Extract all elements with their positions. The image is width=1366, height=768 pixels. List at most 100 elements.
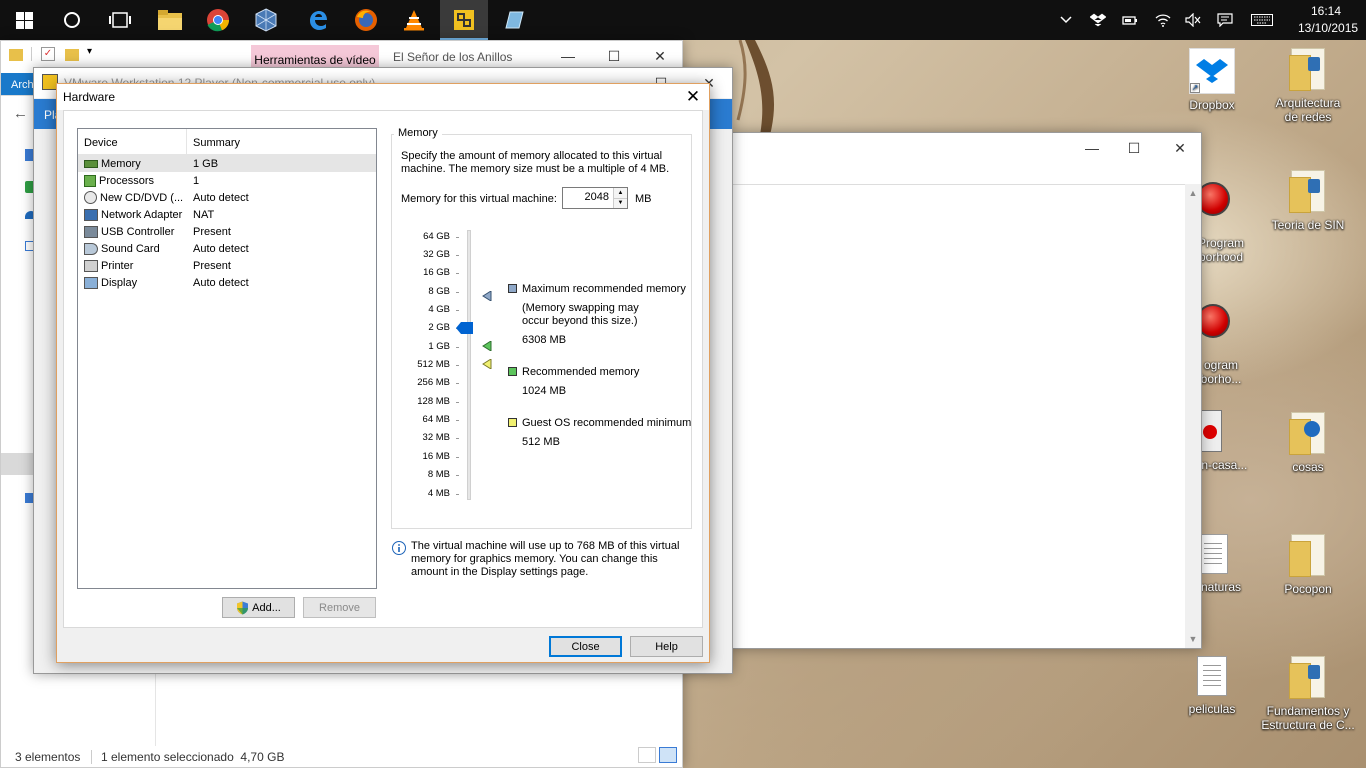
device-row-processors[interactable]: Processors 1 <box>78 172 376 189</box>
memory-scale[interactable]: 64 GB 32 GB 16 GB 8 GB 4 GB 2 GB 1 GB 51… <box>394 221 504 501</box>
action-center-icon[interactable] <box>1217 12 1233 28</box>
desktop-icon-cosas[interactable]: cosas <box>1268 412 1348 474</box>
taskbar-notes[interactable] <box>490 0 538 40</box>
device-row-network-adapter[interactable]: Network Adapter NAT <box>78 206 376 223</box>
intel-folder-icon <box>1289 412 1325 455</box>
spinner-down-icon[interactable]: ▼ <box>613 198 627 208</box>
help-button[interactable]: Help <box>630 636 703 657</box>
task-view-button[interactable] <box>96 0 144 40</box>
scale-label: 32 GB <box>423 249 450 260</box>
folder-icon <box>9 49 23 61</box>
task-view-icon <box>109 12 131 28</box>
desktop-icon-label: naturas <box>1200 580 1242 594</box>
chrome-icon <box>207 9 230 32</box>
scale-label: 1 GB <box>428 341 450 352</box>
device-summary: Auto detect <box>193 191 249 204</box>
desktop-icon-pocopon[interactable]: Pocopon <box>1268 534 1348 596</box>
edge-icon <box>310 11 327 30</box>
taskbar-virtualbox[interactable] <box>242 0 290 40</box>
desktop-icon-label: Fundamentos y Estructura de C... <box>1261 704 1355 732</box>
start-button[interactable] <box>0 0 48 40</box>
memory-slider-track[interactable] <box>467 230 471 500</box>
scale-label: 64 MB <box>422 414 450 425</box>
display-icon <box>84 276 98 289</box>
device-summary: 1 <box>193 174 200 187</box>
properties-check-icon[interactable]: ✓ <box>41 47 55 61</box>
background-explorer-window[interactable]: — ☐ ✕ ▲ ▼ <box>730 132 1202 649</box>
taskbar-vmware-player[interactable] <box>440 0 488 40</box>
close-icon[interactable]: ✕ <box>1157 133 1203 163</box>
column-summary[interactable]: Summary <box>187 129 246 154</box>
taskbar-firefox[interactable] <box>342 0 390 40</box>
device-row-sound-card[interactable]: Sound Card Auto detect <box>78 240 376 257</box>
file-tab[interactable]: Arch <box>1 73 37 95</box>
battery-icon[interactable] <box>1122 12 1138 28</box>
desktop-icon-arquitectura[interactable]: Arquitectura de redes <box>1268 48 1348 124</box>
memory-spinner[interactable]: 2048 ▲ ▼ <box>562 187 628 209</box>
device-row-cd-dvd[interactable]: New CD/DVD (... Auto detect <box>78 189 376 206</box>
column-device[interactable]: Device <box>78 129 187 154</box>
scale-tick <box>456 310 459 311</box>
notes-icon <box>505 11 524 29</box>
cortana-button[interactable] <box>48 0 96 40</box>
max-recommended-swatch <box>508 284 517 293</box>
scale-label: 64 GB <box>423 231 450 242</box>
scale-tick <box>456 438 459 439</box>
sound-icon <box>84 242 98 255</box>
taskbar-vlc[interactable] <box>390 0 438 40</box>
hardware-dialog: Hardware ✕ Device Summary Memory 1 GB Pr… <box>56 83 710 663</box>
volume-muted-icon[interactable] <box>1185 12 1201 28</box>
close-button[interactable]: Close <box>549 636 622 657</box>
desktop-icon-dropbox[interactable]: ↗ Dropbox <box>1172 48 1252 112</box>
close-icon[interactable]: ✕ <box>677 84 709 110</box>
folder-icon <box>1289 534 1325 577</box>
clock[interactable]: 16:14 13/10/2015 <box>1298 3 1359 37</box>
device-row-printer[interactable]: Printer Present <box>78 257 376 274</box>
keyboard-icon[interactable] <box>1250 12 1274 28</box>
memory-slider-thumb[interactable] <box>456 321 474 335</box>
scale-label: 4 GB <box>428 304 450 315</box>
spinner-up-icon[interactable]: ▲ <box>613 188 627 198</box>
taskbar-chrome[interactable] <box>194 0 242 40</box>
nav-pane-selected-item[interactable] <box>1 453 37 475</box>
minimize-icon[interactable]: — <box>1069 133 1115 163</box>
device-summary: Present <box>193 225 231 238</box>
max-recommended-note: (Memory swapping may occur beyond this s… <box>522 302 639 327</box>
maximize-icon[interactable]: ☐ <box>1111 133 1157 163</box>
dropbox-icon: ↗ <box>1189 48 1235 94</box>
desktop-icon-label: Dropbox <box>1189 98 1235 112</box>
vmware-player-icon <box>454 10 474 30</box>
dropbox-tray-icon[interactable] <box>1090 12 1106 28</box>
recommended-swatch <box>508 367 517 376</box>
device-row-usb-controller[interactable]: USB Controller Present <box>78 223 376 240</box>
scale-label: 8 GB <box>428 286 450 297</box>
device-list[interactable]: Device Summary Memory 1 GB Processors 1 … <box>77 128 377 589</box>
taskbar-edge[interactable] <box>294 0 342 40</box>
large-icons-view-icon[interactable] <box>659 747 677 763</box>
clock-date: 13/10/2015 <box>1298 21 1359 35</box>
details-view-icon[interactable] <box>638 747 656 763</box>
scale-tick <box>456 402 459 403</box>
add-button[interactable]: Add... <box>222 597 295 618</box>
remove-button[interactable]: Remove <box>303 597 376 618</box>
taskbar-file-explorer[interactable] <box>146 0 194 40</box>
show-hidden-icons-chevron-icon[interactable] <box>1058 12 1074 28</box>
desktop-icon-label: ogram borho... <box>1200 358 1242 386</box>
quick-access-dropdown-icon[interactable]: ▾ <box>87 46 92 57</box>
scale-label: 16 MB <box>422 451 450 462</box>
memory-input[interactable]: 2048 <box>563 191 609 203</box>
back-arrow-icon[interactable]: ← <box>13 105 28 122</box>
scale-tick <box>456 255 459 256</box>
desktop-icon-teoria[interactable]: Teoria de SIN <box>1268 170 1348 232</box>
scale-label: 2 GB <box>428 322 450 333</box>
device-row-display[interactable]: Display Auto detect <box>78 274 376 291</box>
virtualbox-icon <box>255 8 277 32</box>
scale-label: 32 MB <box>422 432 450 443</box>
device-summary: NAT <box>193 208 215 221</box>
scrollbar[interactable]: ▲ ▼ <box>1185 184 1201 648</box>
new-folder-icon[interactable] <box>65 49 79 61</box>
desktop-icon-peliculas[interactable]: peliculas <box>1172 656 1252 716</box>
wifi-icon[interactable] <box>1155 12 1171 28</box>
desktop-icon-fundamentos[interactable]: Fundamentos y Estructura de C... <box>1260 656 1356 732</box>
device-row-memory[interactable]: Memory 1 GB <box>78 155 376 172</box>
